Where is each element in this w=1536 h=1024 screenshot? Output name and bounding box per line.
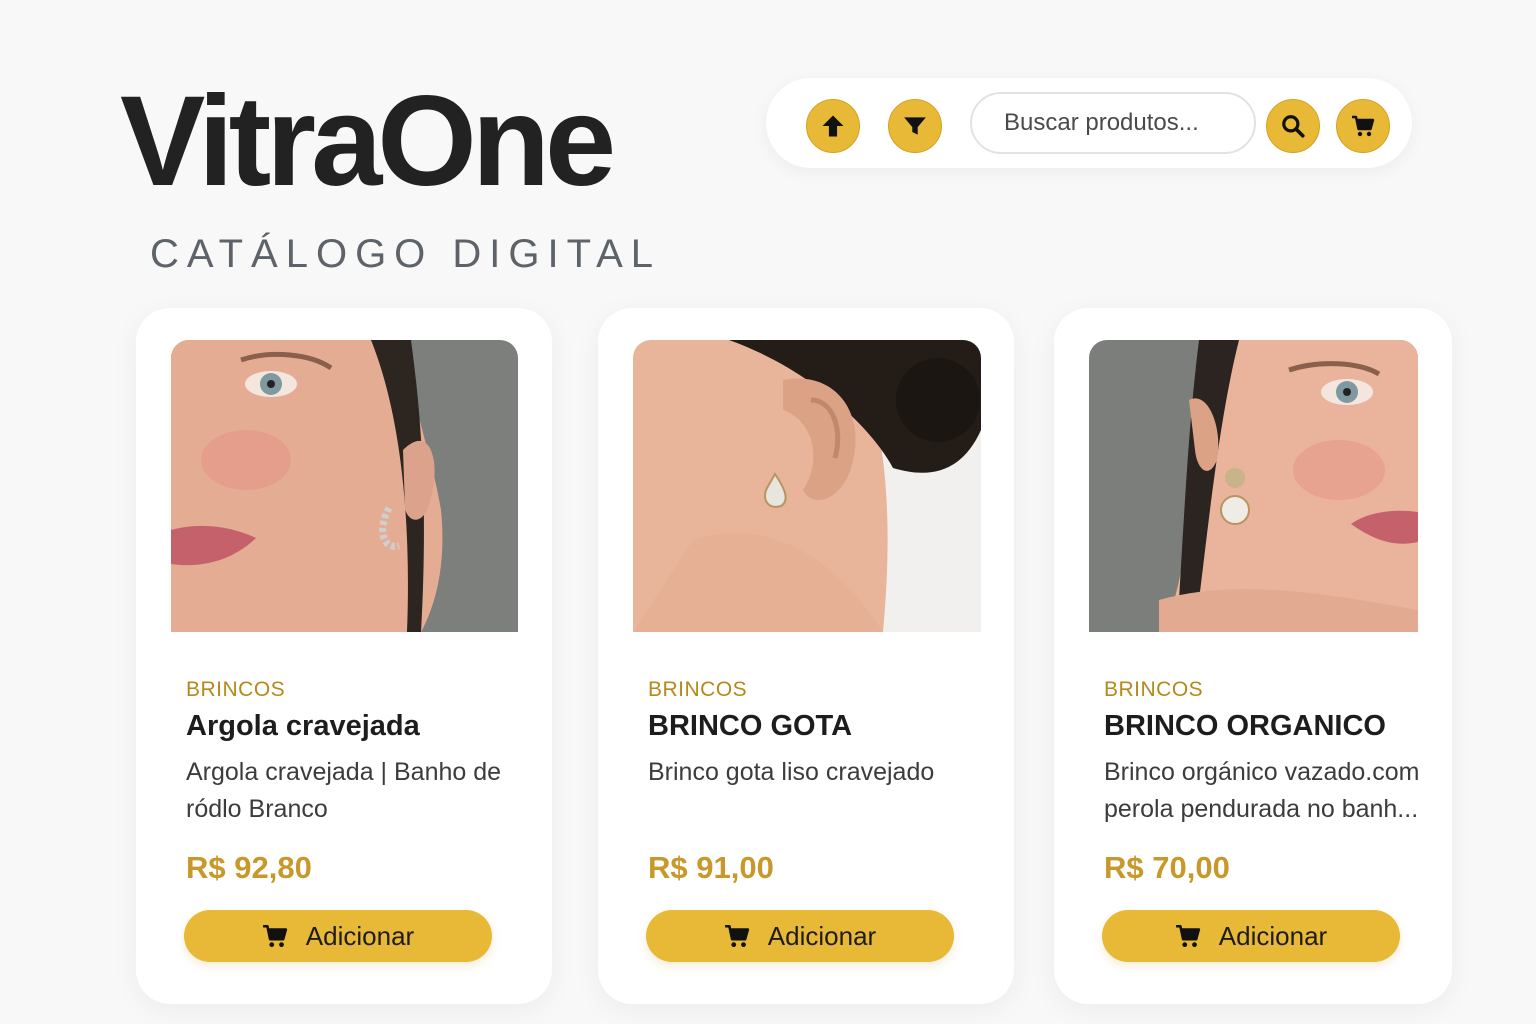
product-description: Brinco orgánico vazado.com perola pendur… bbox=[1104, 758, 1420, 823]
product-description: Brinco gota liso cravejado bbox=[648, 758, 935, 786]
add-button-label: Adicionar bbox=[305, 920, 415, 951]
add-to-cart-button[interactable]: Adicionar bbox=[646, 910, 954, 962]
catalog-page: VitraOne CATÁLOGO DIGITAL Buscar produto… bbox=[0, 0, 1536, 1024]
product-price: R$ 92,80 bbox=[186, 850, 312, 885]
brand-subtitle: CATÁLOGO DIGITAL bbox=[150, 232, 662, 276]
product-name: BRINCO ORGANICO bbox=[1104, 710, 1386, 742]
cart-icon bbox=[724, 924, 749, 948]
brand-title: VitraOne bbox=[120, 70, 616, 213]
product-price: R$ 70,00 bbox=[1104, 850, 1230, 885]
add-button-label: Adicionar bbox=[1218, 920, 1328, 951]
product-image[interactable] bbox=[171, 340, 518, 632]
product-card: BRINCOS Argola cravejada Argola cravejad… bbox=[136, 308, 552, 1004]
product-name: Argola cravejada bbox=[186, 710, 420, 742]
cart-icon bbox=[262, 924, 287, 948]
model-hoop-earring-photo bbox=[171, 340, 518, 632]
filter-button[interactable] bbox=[888, 99, 942, 153]
search-icon bbox=[1282, 115, 1305, 138]
add-button-label: Adicionar bbox=[767, 920, 877, 951]
product-description: Argola cravejada | Banho de ródlo Branco bbox=[186, 758, 502, 823]
product-card: BRINCOS BRINCO GOTA Brinco gota liso cra… bbox=[598, 308, 1014, 1004]
product-price: R$ 91,00 bbox=[648, 850, 774, 885]
product-name: BRINCO GOTA bbox=[648, 710, 853, 742]
product-category: BRINCOS bbox=[1104, 678, 1204, 701]
product-category: BRINCOS bbox=[186, 678, 286, 701]
search-button[interactable] bbox=[1266, 99, 1320, 153]
sort-up-button[interactable] bbox=[806, 99, 860, 153]
toolbar bbox=[766, 78, 1412, 168]
model-organic-earring-photo bbox=[1089, 340, 1418, 632]
product-image[interactable] bbox=[633, 340, 981, 632]
search-input[interactable] bbox=[970, 92, 1256, 154]
product-category: BRINCOS bbox=[648, 678, 748, 701]
product-card: BRINCOS BRINCO ORGANICO Brinco orgánico … bbox=[1054, 308, 1452, 1004]
product-image[interactable] bbox=[1089, 340, 1418, 632]
cart-icon bbox=[1352, 115, 1375, 137]
cart-button[interactable] bbox=[1336, 99, 1390, 153]
add-to-cart-button[interactable]: Adicionar bbox=[1102, 910, 1400, 962]
arrow-up-icon bbox=[822, 115, 844, 137]
filter-icon bbox=[904, 117, 926, 135]
add-to-cart-button[interactable]: Adicionar bbox=[184, 910, 492, 962]
model-drop-earring-photo bbox=[633, 340, 981, 632]
cart-icon bbox=[1175, 924, 1200, 948]
